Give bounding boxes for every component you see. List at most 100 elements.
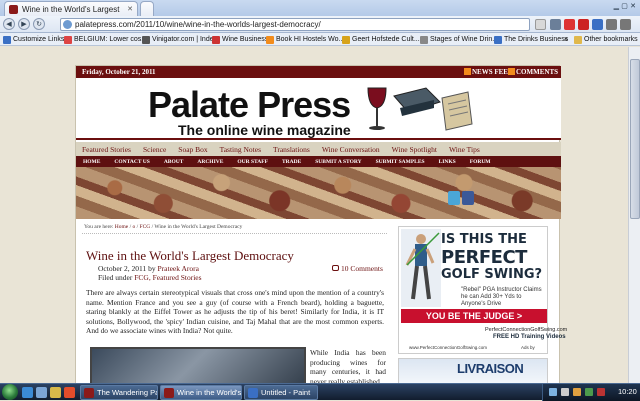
back-button[interactable]: ◀	[3, 18, 15, 30]
category-link[interactable]: Featured Stories	[76, 145, 137, 154]
star-icon[interactable]	[535, 19, 546, 30]
nav-link[interactable]: LINKS	[432, 159, 463, 165]
explorer-quicklaunch-icon[interactable]	[50, 387, 61, 398]
ie-quicklaunch-icon[interactable]	[22, 387, 33, 398]
bookmark-item[interactable]: The Drinks Business	[494, 34, 568, 45]
breadcrumb-current: / Wine in the World's Largest Democracy	[150, 224, 243, 230]
reload-button[interactable]: ↻	[33, 18, 45, 30]
bookmark-item[interactable]: Geert Hofstede Cult...	[342, 34, 420, 45]
app-icon	[164, 388, 174, 398]
globe-icon	[63, 20, 72, 29]
extension-icon[interactable]	[578, 19, 589, 30]
bookmark-icon	[266, 35, 274, 44]
category-link[interactable]: Tasting Notes	[214, 145, 267, 154]
article-title[interactable]: Wine in the World's Largest Democracy	[86, 248, 294, 264]
category-link[interactable]: Science	[137, 145, 172, 154]
other-bookmarks-label: Other bookmarks	[584, 36, 638, 43]
task-label: The Wandering Pala...	[97, 388, 157, 397]
bookmark-item[interactable]: Book HI Hostels Wo...	[266, 34, 344, 45]
ad-tagline: FREE HD Training Videos	[493, 334, 566, 340]
sidebar: IS THIS THE PERFECT GOLF SWING? "Rebel" …	[396, 226, 567, 383]
bookmark-item[interactable]: Customize Links	[3, 34, 64, 45]
new-tab-button[interactable]	[140, 1, 154, 16]
ad-body: "Rebel" PGA Instructor Claims he can Add…	[461, 287, 542, 307]
volume-icon[interactable]	[561, 388, 569, 396]
author-link[interactable]: Prateek Arora	[158, 264, 199, 273]
nav-link[interactable]: ARCHIVE	[190, 159, 230, 165]
second-ad[interactable]: LIVRAISON	[398, 358, 548, 383]
masthead[interactable]: Palate Press The online wine magazine	[76, 78, 561, 140]
extension-icon[interactable]	[550, 19, 561, 30]
nav-link[interactable]: ABOUT	[157, 159, 191, 165]
bookmark-item[interactable]: Vinigator.com | Inde...	[142, 34, 219, 45]
taskbar-task-active[interactable]: Wine in the World's ...	[160, 385, 242, 400]
show-desktop-icon[interactable]	[36, 387, 47, 398]
ads-by-label[interactable]: Ads by	[521, 345, 535, 350]
chrome-quicklaunch-icon[interactable]	[64, 387, 75, 398]
close-window-icon[interactable]: ✕	[630, 2, 636, 10]
article-paragraph: While India has been producing wines for…	[310, 348, 386, 383]
site-page: Friday, October 21, 2011 NEWS FEED COMME…	[75, 65, 567, 383]
taskbar-task[interactable]: Untitled - Paint	[244, 385, 318, 400]
wrench-icon[interactable]	[620, 19, 631, 30]
url-input[interactable]: palatepress.com/2011/10/wine/wine-in-the…	[60, 18, 530, 31]
ad-url[interactable]: www.PerfectConnectionGolfSwing.com	[409, 345, 487, 350]
nav-link[interactable]: FORUM	[463, 159, 498, 165]
comments-count: 10 Comments	[341, 264, 383, 273]
minimize-icon[interactable]: ▁	[614, 2, 619, 10]
extension-icon[interactable]	[592, 19, 603, 30]
bookmark-item[interactable]: Stages of Wine Drin...	[420, 34, 498, 45]
browser-tab-active[interactable]: Wine in the World's Largest ✕	[4, 1, 138, 16]
category-link[interactable]: Wine Tips	[443, 145, 486, 154]
nav-link[interactable]: HOME	[76, 159, 107, 165]
bookmark-icon	[3, 35, 11, 44]
comments-feed-link[interactable]: COMMENTS	[508, 66, 558, 78]
nav-link[interactable]: SUBMIT SAMPLES	[369, 159, 432, 165]
start-orb-icon[interactable]	[2, 384, 18, 400]
forward-button[interactable]: ▶	[18, 18, 30, 30]
bookmark-label: Geert Hofstede Cult...	[352, 36, 420, 43]
ad-cta-button[interactable]: YOU BE THE JUDGE >	[401, 309, 547, 323]
taskbar: The Wandering Pala... Wine in the World'…	[0, 383, 640, 401]
taskbar-task[interactable]: The Wandering Pala...	[80, 385, 158, 400]
nav-link[interactable]: TRADE	[275, 159, 308, 165]
news-feed-link[interactable]: NEWS FEED	[464, 66, 513, 78]
category-link[interactable]: Wine Conversation	[316, 145, 386, 154]
article-content: You are here: Home / o / FCG / Wine in t…	[82, 224, 387, 383]
vertical-scrollbar[interactable]	[628, 47, 640, 383]
breadcrumb-fcg-link[interactable]: FCG	[140, 224, 151, 230]
maximize-icon[interactable]: ▢	[621, 2, 628, 10]
category-links[interactable]: FCG, Featured Stories	[134, 273, 201, 282]
page-menu-icon[interactable]	[606, 19, 617, 30]
bookmarks-overflow-chevron[interactable]: »	[564, 34, 568, 45]
extension-icon[interactable]	[564, 19, 575, 30]
other-bookmarks-button[interactable]: Other bookmarks	[574, 34, 638, 45]
network-icon[interactable]	[549, 388, 557, 396]
tray-app-icon[interactable]	[597, 388, 605, 396]
bookmark-item[interactable]: Wine Business	[212, 34, 268, 45]
tab-title: Wine in the World's Largest	[22, 4, 120, 14]
close-tab-icon[interactable]: ✕	[127, 5, 133, 13]
cork-banner	[76, 167, 561, 219]
category-link[interactable]: Translations	[267, 145, 316, 154]
nav-link[interactable]: SUBMIT A STORY	[308, 159, 368, 165]
category-link[interactable]: Soap Box	[172, 145, 213, 154]
golf-ad[interactable]: IS THIS THE PERFECT GOLF SWING? "Rebel" …	[398, 226, 567, 354]
bookmark-item[interactable]: BELGIUM: Lower cos...	[64, 34, 147, 45]
address-toolbar: ◀ ▶ ↻ palatepress.com/2011/10/wine/wine-…	[0, 16, 640, 33]
comments-link[interactable]: 10 Comments	[332, 264, 383, 273]
twitter-icon[interactable]	[448, 191, 460, 205]
nav-link[interactable]: CONTACT US	[107, 159, 156, 165]
tray-app-icon[interactable]	[573, 388, 581, 396]
bookmark-label: Wine Business	[222, 36, 269, 43]
taskbar-clock[interactable]: 10:20	[618, 387, 637, 396]
nav-link[interactable]: OUR STAFF	[230, 159, 275, 165]
category-link[interactable]: Wine Spotlight	[386, 145, 443, 154]
comments-feed-label: COMMENTS	[516, 68, 558, 76]
tray-app-icon[interactable]	[585, 388, 593, 396]
breadcrumb-home-link[interactable]: Home	[115, 224, 128, 230]
facebook-icon[interactable]	[462, 191, 474, 205]
site-title[interactable]: Palate Press	[148, 84, 351, 126]
scrollbar-thumb[interactable]	[630, 59, 640, 219]
ad-headline-2: PERFECT	[441, 247, 527, 268]
